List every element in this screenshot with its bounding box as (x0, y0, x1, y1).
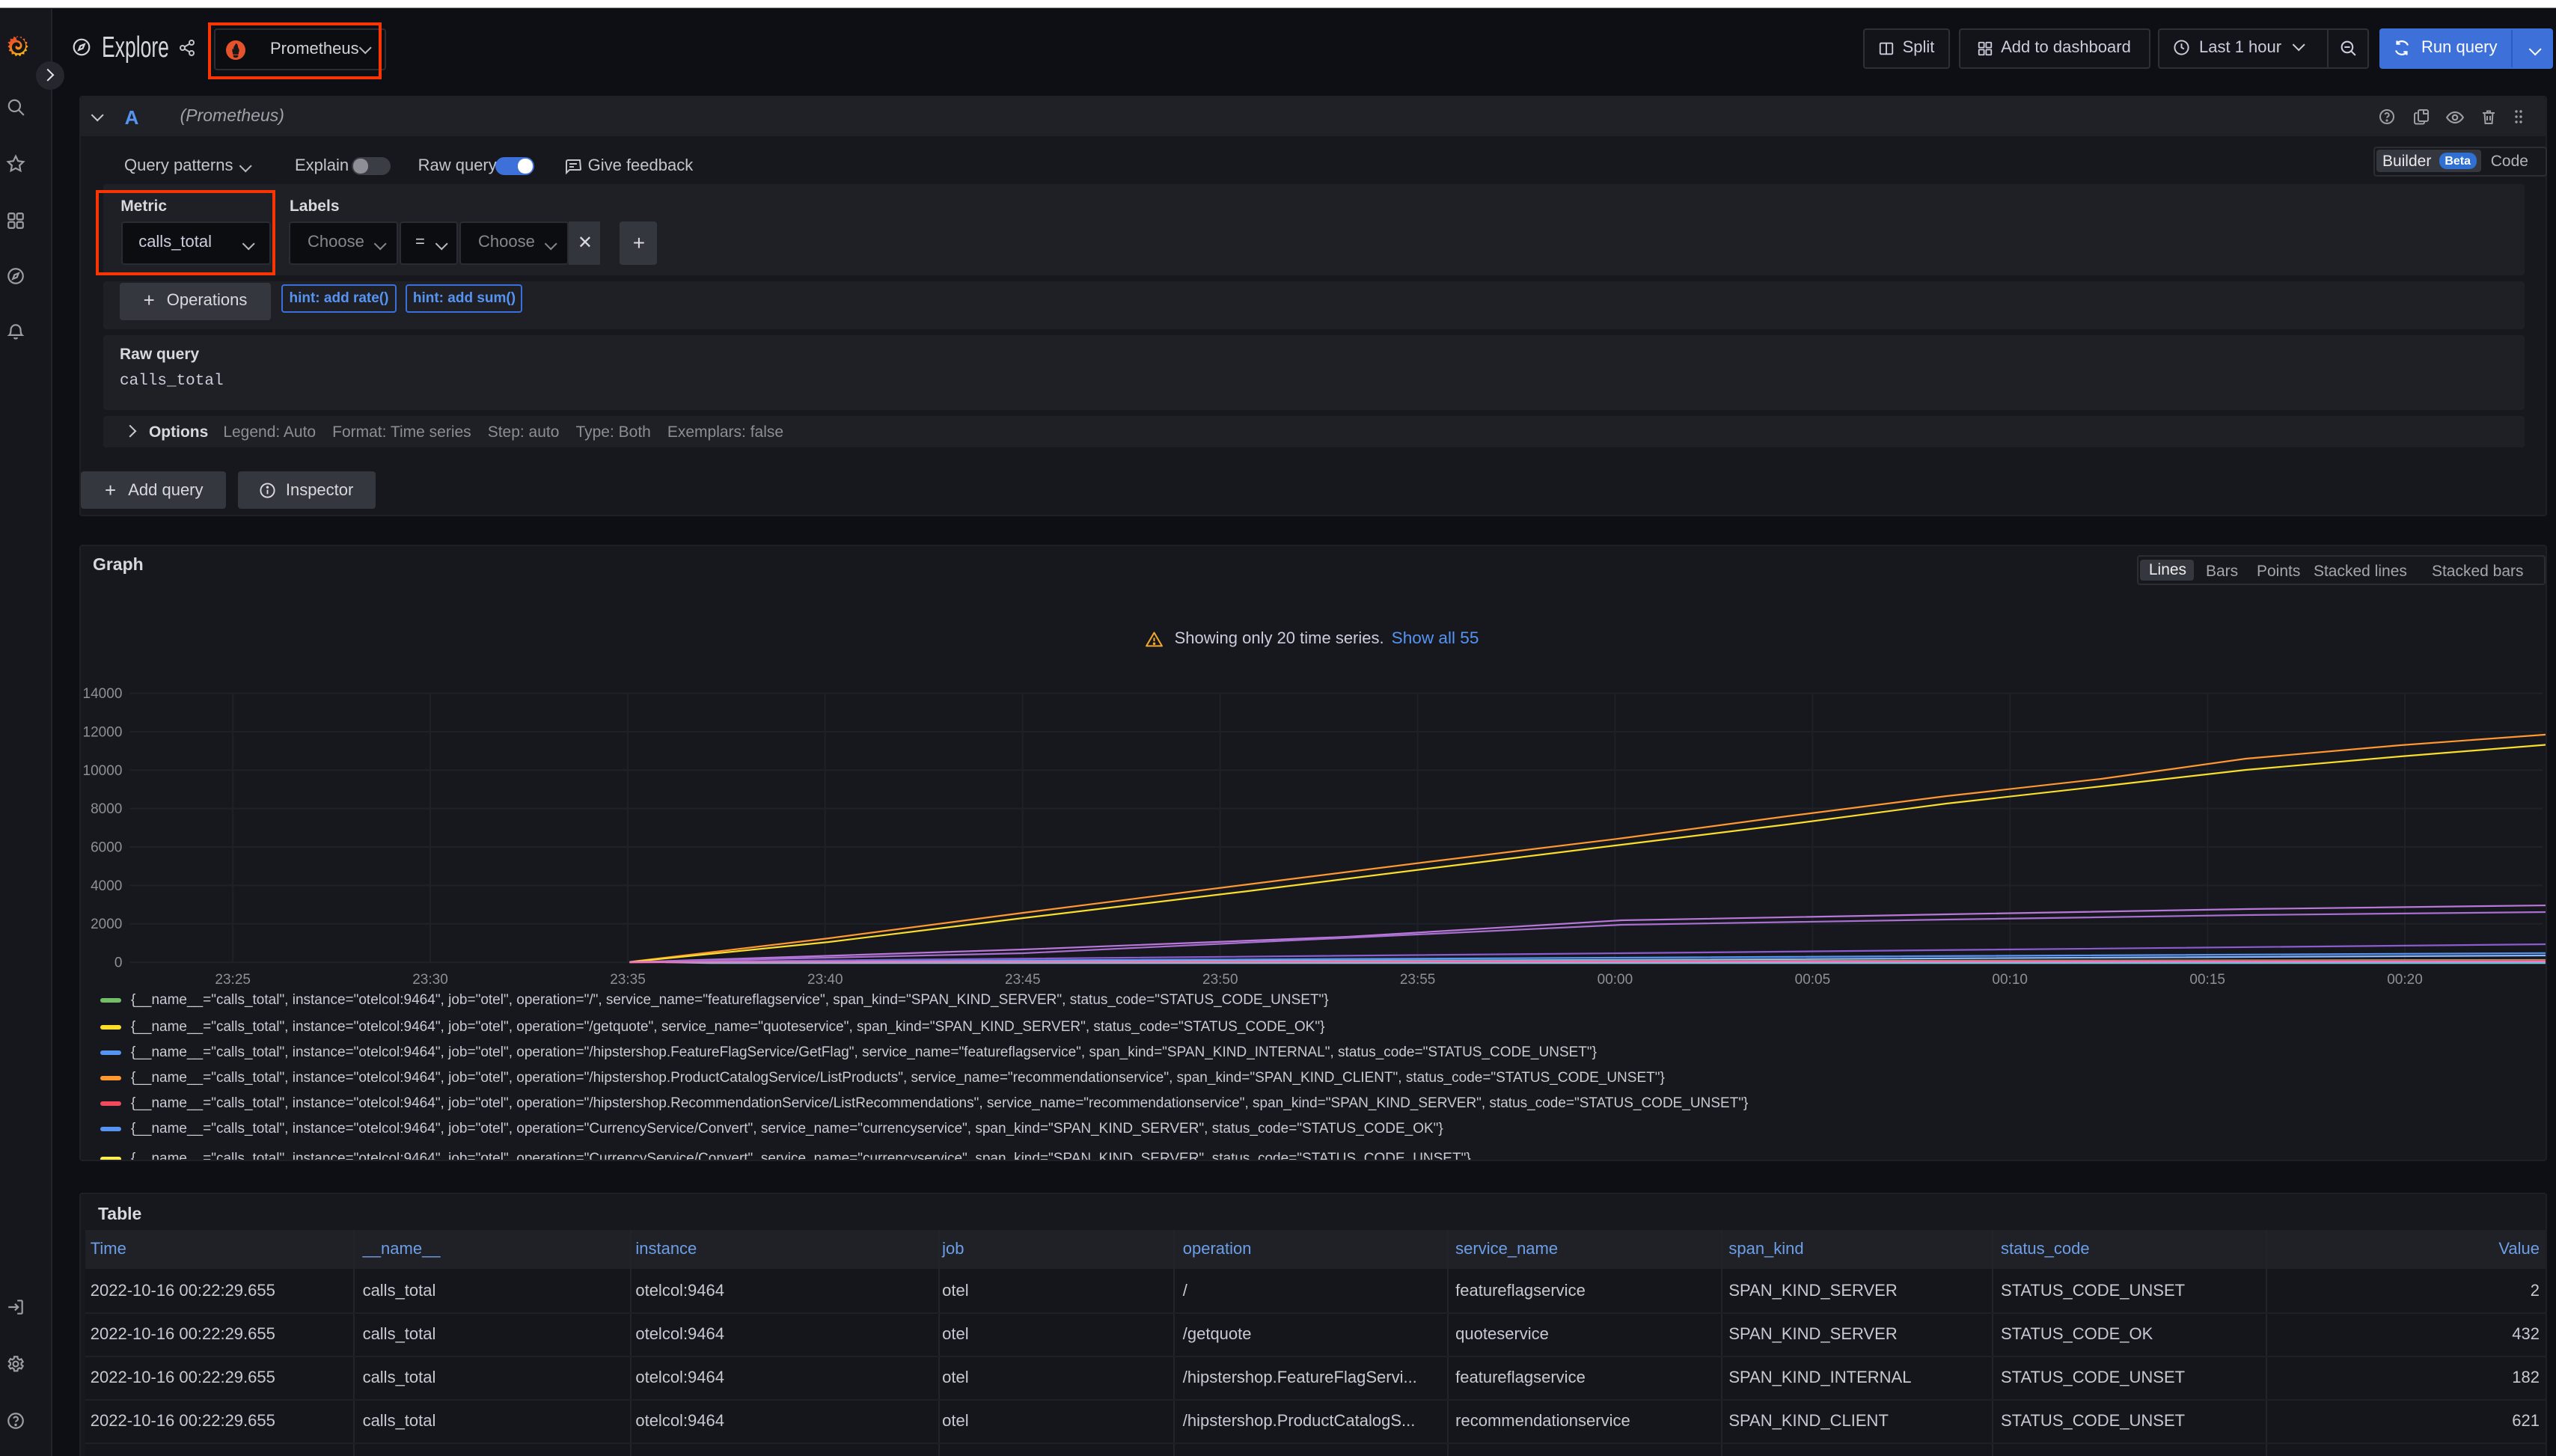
svg-text:23:50: 23:50 (1203, 972, 1239, 988)
svg-text:00:05: 00:05 (1795, 972, 1831, 988)
svg-text:10000: 10000 (83, 763, 123, 779)
svg-text:00:00: 00:00 (1598, 972, 1633, 988)
svg-text:23:25: 23:25 (215, 972, 251, 988)
svg-text:12000: 12000 (83, 724, 123, 740)
svg-text:8000: 8000 (91, 801, 123, 817)
svg-text:23:40: 23:40 (808, 972, 844, 988)
svg-text:6000: 6000 (91, 839, 123, 855)
svg-text:00:15: 00:15 (2190, 972, 2226, 988)
svg-text:23:30: 23:30 (413, 972, 449, 988)
svg-text:00:20: 00:20 (2388, 972, 2424, 988)
svg-text:23:35: 23:35 (611, 972, 646, 988)
svg-text:23:45: 23:45 (1006, 972, 1042, 988)
svg-text:14000: 14000 (83, 686, 123, 702)
svg-text:2000: 2000 (91, 917, 123, 932)
svg-text:00:10: 00:10 (1993, 972, 2028, 988)
svg-text:4000: 4000 (91, 878, 123, 894)
svg-text:23:55: 23:55 (1400, 972, 1436, 988)
svg-text:0: 0 (114, 955, 123, 970)
